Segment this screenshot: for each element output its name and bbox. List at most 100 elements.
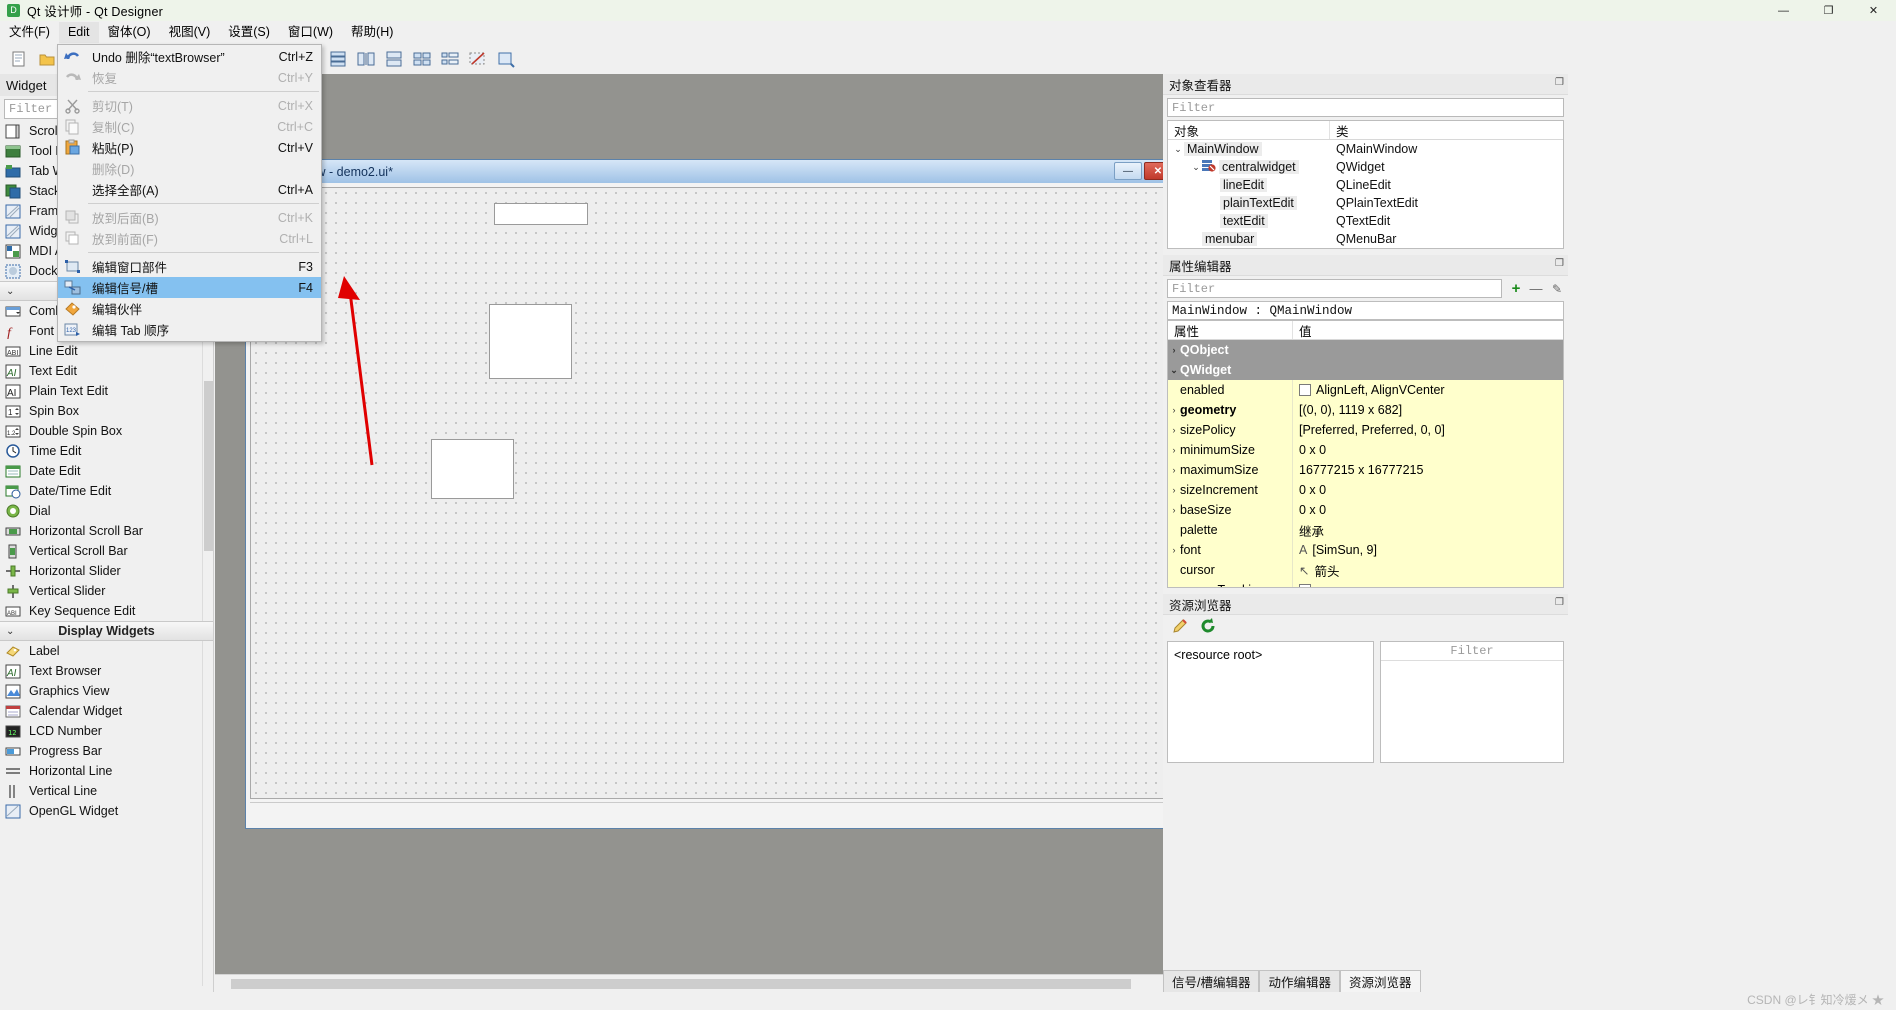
object-inspector-row[interactable]: lineEditQLineEdit: [1168, 176, 1563, 194]
form-area-horizontal-scrollbar[interactable]: [215, 974, 1163, 992]
property-row[interactable]: ›baseSize0 x 0: [1168, 500, 1563, 520]
edit-menu-item-5[interactable]: 删除(D): [58, 158, 321, 179]
break-layout-icon[interactable]: [465, 47, 491, 71]
close-button[interactable]: ✕: [1851, 0, 1896, 21]
property-checkbox[interactable]: [1299, 384, 1311, 396]
layout-form-icon[interactable]: [437, 47, 463, 71]
menu-edit[interactable]: Edit: [59, 22, 99, 43]
layout-splitter-vertical-icon[interactable]: [381, 47, 407, 71]
widget-box-item-key-sequence-edit[interactable]: ABIKey Sequence Edit: [0, 601, 213, 621]
resource-filter-input[interactable]: Filter: [1381, 642, 1563, 661]
menu-help[interactable]: 帮助(H): [342, 22, 402, 43]
widget-box-item-double-spin-box[interactable]: 1.2Double Spin Box: [0, 421, 213, 441]
property-row[interactable]: ›sizePolicy[Preferred, Preferred, 0, 0]: [1168, 420, 1563, 440]
form-minimize-button[interactable]: —: [1114, 162, 1142, 180]
object-inspector-row[interactable]: plainTextEditQPlainTextEdit: [1168, 194, 1563, 212]
edit-menu-item-10[interactable]: 编辑信号/槽F4: [58, 277, 321, 298]
property-row[interactable]: palette继承: [1168, 520, 1563, 540]
minimize-button[interactable]: —: [1761, 0, 1806, 21]
add-property-button[interactable]: +: [1506, 280, 1526, 297]
edit-menu-item-1[interactable]: 恢复Ctrl+Y: [58, 67, 321, 88]
widget-box-item-date-time-edit[interactable]: Date/Time Edit: [0, 481, 213, 501]
widget-box-item-progress-bar[interactable]: Progress Bar: [0, 741, 213, 761]
menu-view[interactable]: 视图(V): [160, 22, 220, 43]
tab-resource-browser[interactable]: 资源浏览器: [1340, 970, 1421, 992]
configure-property-button[interactable]: ✎: [1546, 282, 1568, 296]
form-canvas[interactable]: [250, 187, 1172, 799]
widget-box-item-vertical-slider[interactable]: Vertical Slider: [0, 581, 213, 601]
property-row[interactable]: mouseTracking: [1168, 580, 1563, 587]
property-value[interactable]: 继承: [1299, 521, 1324, 540]
maximize-button[interactable]: ❐: [1806, 0, 1851, 21]
property-value[interactable]: 箭头: [1314, 561, 1339, 580]
object-inspector-filter-input[interactable]: Filter: [1167, 98, 1564, 117]
edit-menu-item-12[interactable]: 123编辑 Tab 顺序: [58, 319, 321, 340]
property-editor-filter-input[interactable]: Filter: [1167, 279, 1502, 298]
widget-box-item-horizontal-slider[interactable]: Horizontal Slider: [0, 561, 213, 581]
edit-menu-item-2[interactable]: 剪切(T)Ctrl+X: [58, 95, 321, 116]
widget-box-item-vertical-scroll-bar[interactable]: Vertical Scroll Bar: [0, 541, 213, 561]
property-row[interactable]: ›maximumSize16777215 x 16777215: [1168, 460, 1563, 480]
plain-text-edit-widget[interactable]: [489, 304, 572, 379]
edit-menu-item-6[interactable]: 选择全部(A)Ctrl+A: [58, 179, 321, 200]
layout-splitter-horizontal-icon[interactable]: [353, 47, 379, 71]
widget-box-item-horizontal-line[interactable]: Horizontal Line: [0, 761, 213, 781]
chevron-down-icon[interactable]: ⌄: [1172, 144, 1184, 155]
property-value[interactable]: [Preferred, Preferred, 0, 0]: [1299, 423, 1445, 437]
property-row[interactable]: ›minimumSize0 x 0: [1168, 440, 1563, 460]
float-icon[interactable]: ❐: [1555, 258, 1564, 269]
widget-box-scroll-thumb[interactable]: [204, 381, 213, 551]
edit-menu-item-3[interactable]: 复制(C)Ctrl+C: [58, 116, 321, 137]
edit-menu-item-4[interactable]: 粘贴(P)Ctrl+V: [58, 137, 321, 158]
resource-tree[interactable]: <resource root>: [1167, 641, 1374, 763]
edit-menu-item-7[interactable]: 放到后面(B)Ctrl+K: [58, 207, 321, 228]
widget-box-group-display-widgets[interactable]: ⌄Display Widgets: [0, 621, 213, 641]
edit-menu-item-11[interactable]: 编辑伙伴: [58, 298, 321, 319]
expand-arrow-icon[interactable]: ›: [1168, 485, 1180, 495]
menu-form[interactable]: 窗体(O): [99, 22, 160, 43]
menu-settings[interactable]: 设置(S): [219, 22, 279, 43]
property-value[interactable]: [SimSun, 9]: [1312, 543, 1377, 557]
tab-signal-slot-editor[interactable]: 信号/槽编辑器: [1163, 970, 1259, 992]
expand-arrow-icon[interactable]: ›: [1168, 505, 1180, 515]
expand-arrow-icon[interactable]: ›: [1168, 445, 1180, 455]
tab-action-editor[interactable]: 动作编辑器: [1259, 970, 1340, 992]
widget-box-item-vertical-line[interactable]: Vertical Line: [0, 781, 213, 801]
edit-menu-item-0[interactable]: Undo 删除“textBrowser”Ctrl+Z: [58, 46, 321, 67]
float-icon[interactable]: ❐: [1555, 77, 1564, 88]
float-icon[interactable]: ❐: [1555, 597, 1564, 608]
widget-box-item-text-edit[interactable]: AIText Edit: [0, 361, 213, 381]
widget-box-item-calendar-widget[interactable]: Calendar Widget: [0, 701, 213, 721]
widget-box-item-time-edit[interactable]: Time Edit: [0, 441, 213, 461]
remove-property-button[interactable]: —: [1526, 281, 1546, 296]
property-value[interactable]: [(0, 0), 1119 x 682]: [1299, 403, 1402, 417]
expand-arrow-icon[interactable]: ⌄: [1168, 365, 1180, 376]
object-inspector-row[interactable]: menubarQMenuBar: [1168, 230, 1563, 248]
reload-icon[interactable]: [1199, 617, 1217, 640]
property-row[interactable]: ›fontA[SimSun, 9]: [1168, 540, 1563, 560]
expand-arrow-icon[interactable]: ›: [1168, 545, 1180, 555]
line-edit-widget[interactable]: [494, 203, 588, 225]
object-inspector-row[interactable]: ⌄MainWindowQMainWindow: [1168, 140, 1563, 158]
layout-grid-icon[interactable]: [409, 47, 435, 71]
new-form-icon[interactable]: [6, 47, 32, 71]
expand-arrow-icon[interactable]: ›: [1168, 425, 1180, 435]
widget-box-item-lcd-number[interactable]: 12LCD Number: [0, 721, 213, 741]
menu-file[interactable]: 文件(F): [0, 22, 59, 43]
widget-box-item-plain-text-edit[interactable]: AIPlain Text Edit: [0, 381, 213, 401]
adjust-size-icon[interactable]: [493, 47, 519, 71]
menu-window[interactable]: 窗口(W): [279, 22, 342, 43]
property-row[interactable]: enabledAlignLeft, AlignVCenter: [1168, 380, 1563, 400]
edit-menu-dropdown[interactable]: Undo 删除“textBrowser”Ctrl+Z恢复Ctrl+Y 剪切(T)C…: [57, 44, 322, 342]
object-inspector-tree[interactable]: 对象 类 ⌄MainWindowQMainWindow⌄centralwidge…: [1167, 120, 1564, 249]
widget-box-item-dial[interactable]: Dial: [0, 501, 213, 521]
property-group-row[interactable]: ⌄QWidget: [1168, 360, 1563, 380]
property-value[interactable]: 0 x 0: [1299, 483, 1326, 497]
expand-arrow-icon[interactable]: ›: [1168, 345, 1180, 355]
widget-box-item-line-edit[interactable]: ABILine Edit: [0, 341, 213, 361]
property-checkbox[interactable]: [1299, 584, 1311, 587]
form-area-scroll-thumb[interactable]: [231, 979, 1131, 989]
widget-box-item-graphics-view[interactable]: Graphics View: [0, 681, 213, 701]
resource-preview-pane[interactable]: Filter: [1380, 641, 1564, 763]
property-value[interactable]: 16777215 x 16777215: [1299, 463, 1423, 477]
